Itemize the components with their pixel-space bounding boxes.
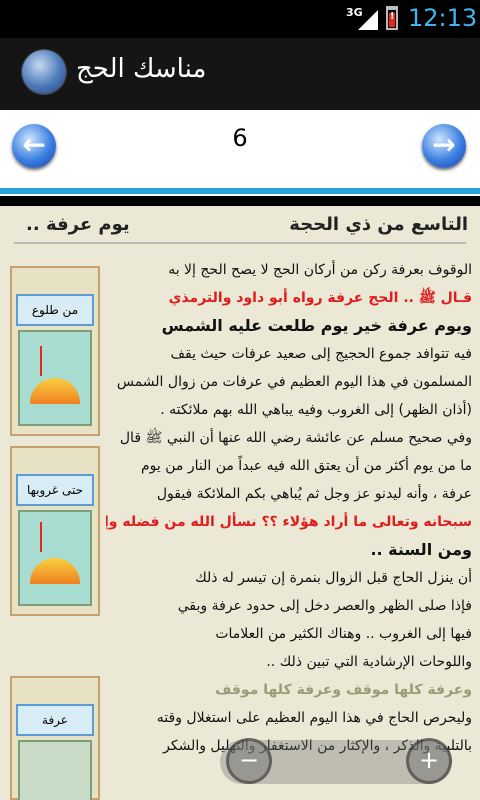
- text-line: فيه تتوافد جموع الحجيج إلى صعيد عرفات حي…: [170, 346, 473, 362]
- page-number: 6: [232, 124, 248, 152]
- signal-icon: [358, 10, 378, 30]
- text-line: وفي صحيح مسلم عن عائشة رضي الله عنها أن …: [119, 430, 472, 446]
- text-line: المسلمون في هذا اليوم العظيم في عرفات من…: [116, 374, 472, 390]
- text-line: (أذان الظهر) إلى الغروب وفيه يباهي الله …: [160, 402, 472, 418]
- arrow-left-icon: ←: [22, 128, 46, 161]
- zoom-out-icon: −: [238, 746, 260, 774]
- text-line: واللوحات الإرشادية التي تبين ذلك ..: [266, 654, 472, 670]
- text-line: الوقوف بعرفة ركن من أركان الحج لا يصح ال…: [168, 262, 472, 278]
- clock: 12:13: [408, 4, 478, 32]
- app-title: مناسك الحج: [76, 54, 207, 84]
- arrow-up-icon: [40, 346, 42, 376]
- text-line: ما من يوم أكثر من أن يعتق الله فيه عبداً…: [140, 458, 472, 474]
- next-page-button[interactable]: →: [422, 124, 466, 168]
- battery-icon: !: [386, 6, 398, 30]
- sidebar-label: حتى غروبها: [16, 474, 94, 506]
- sidebar-arafah-card: عرفة: [10, 676, 100, 800]
- sunrise-illustration: [18, 330, 92, 426]
- text-line-hadith: قـال ﷺ .. الحج عرفة رواه أبو داود والترم…: [168, 290, 472, 306]
- text-line: وليحرص الحاج في هذا اليوم العظيم على است…: [156, 710, 472, 726]
- text-line: أن ينزل الحاج قبل الزوال بنمرة إن تيسر ل…: [195, 570, 472, 586]
- sunset-illustration: [18, 510, 92, 606]
- text-line-quote: سبحانه وتعالى ما أراد هؤلاء ؟؟ نسأل الله…: [106, 514, 472, 530]
- text-line: فإذا صلى الظهر والعصر دخل إلى حدود عرفة …: [177, 598, 472, 614]
- sun-icon: [30, 378, 80, 404]
- kaaba-app-icon[interactable]: [22, 50, 66, 94]
- sidebar-sunrise-card: من طلوع الشمس: [10, 266, 100, 436]
- action-bar: [0, 38, 480, 110]
- heading-day: يوم عرفة ..: [26, 214, 130, 235]
- section-heading-sunnah: ومن السنة ..: [370, 540, 472, 559]
- sidebar-label: من طلوع الشمس: [16, 294, 94, 345]
- accent-divider: [0, 188, 480, 194]
- text-line-arafah: وعرفة كلها موقف وعرفة كلها موقف: [215, 682, 472, 698]
- previous-page-button[interactable]: ←: [12, 124, 56, 168]
- body-text: الوقوف بعرفة ركن من أركان الحج لا يصح ال…: [106, 256, 472, 760]
- zoom-in-icon: +: [418, 746, 440, 774]
- sun-icon: [30, 558, 80, 584]
- page-content: التاسع من ذي الحجة يوم عرفة .. من طلوع ا…: [0, 206, 480, 800]
- zoom-in-button[interactable]: +: [406, 738, 452, 784]
- heading-date: التاسع من ذي الحجة: [289, 214, 468, 235]
- arrow-right-icon: →: [432, 128, 456, 161]
- text-line: فيها إلى الغروب .. وهناك الكثير من العلا…: [215, 626, 472, 642]
- sidebar-label: عرفة: [16, 704, 94, 736]
- arrow-down-icon: [40, 522, 42, 552]
- sidebar-sunset-card: حتى غروبها: [10, 446, 100, 616]
- text-line: عرفة ، وأنه ليدنو عز وجل ثم يُباهي بكم ا…: [156, 486, 472, 502]
- arafah-illustration: [18, 740, 92, 800]
- page-navigation: [0, 110, 480, 196]
- text-line-highlight: ويوم عرفة خير يوم طلعت عليه الشمس: [161, 316, 472, 335]
- heading-divider: [14, 242, 466, 244]
- zoom-out-button[interactable]: −: [226, 738, 272, 784]
- status-bar: 3G ! 12:13: [0, 0, 480, 38]
